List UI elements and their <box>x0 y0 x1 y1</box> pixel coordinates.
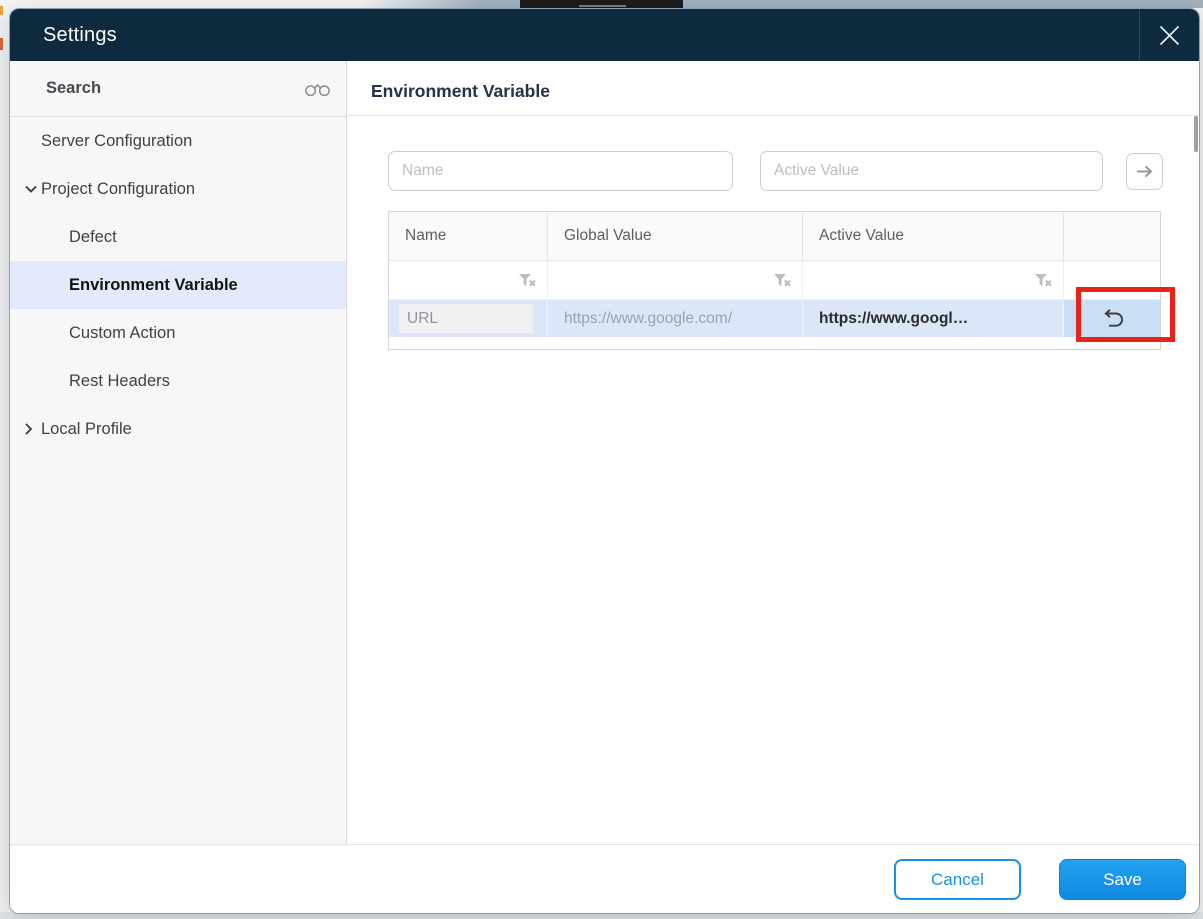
add-variable-form <box>388 151 1163 191</box>
table-header-row: Name Global Value Active Value <box>389 212 1160 261</box>
dialog-header: Settings <box>10 9 1199 61</box>
background-window-sliver <box>0 38 3 50</box>
revert-button[interactable] <box>1064 300 1160 337</box>
dialog-body: Search Server Configuration Project Conf… <box>10 61 1199 844</box>
variable-name-value: URL <box>399 304 533 333</box>
scrollbar-thumb[interactable] <box>1194 116 1198 152</box>
environment-variable-table: Name Global Value Active Value URL https… <box>388 211 1161 350</box>
sidebar-item-label: Defect <box>69 227 117 246</box>
submit-variable-button[interactable] <box>1126 152 1163 190</box>
sidebar-item-label: Server Configuration <box>41 131 193 150</box>
screen: { "window": { "title": "Settings" }, "si… <box>0 0 1203 919</box>
page-title: Environment Variable <box>371 81 550 101</box>
arrow-right-icon <box>1135 164 1154 179</box>
sidebar-item-label: Project Configuration <box>41 179 196 198</box>
filter-cell-actions <box>1064 261 1160 299</box>
sidebar-item-rest-headers[interactable]: Rest Headers <box>10 357 346 405</box>
close-icon <box>1158 24 1181 47</box>
sidebar-item-server-configuration[interactable]: Server Configuration <box>10 117 346 165</box>
filter-cell-global-value[interactable] <box>548 261 803 299</box>
filter-clear-icon[interactable] <box>519 273 537 287</box>
chevron-right-icon[interactable] <box>24 422 33 436</box>
dialog-footer: Cancel Save <box>10 844 1199 913</box>
filter-clear-icon[interactable] <box>774 273 792 287</box>
table-empty-space <box>389 337 1160 349</box>
sidebar-item-label: Local Profile <box>41 419 132 438</box>
title-divider <box>347 115 1199 116</box>
sidebar-item-custom-action[interactable]: Custom Action <box>10 309 346 357</box>
filter-clear-icon[interactable] <box>1035 273 1053 287</box>
settings-dialog: Settings Search Server Configuration Pro… <box>9 8 1200 914</box>
chevron-down-icon[interactable] <box>24 185 38 194</box>
column-header-actions <box>1064 212 1160 260</box>
filter-cell-active-value[interactable] <box>803 261 1064 299</box>
name-input[interactable] <box>388 151 733 191</box>
sidebar-item-label: Rest Headers <box>69 371 170 390</box>
close-button[interactable] <box>1139 9 1199 61</box>
table-filter-row <box>389 261 1160 300</box>
main-panel: Environment Variable Name Active Value N… <box>347 61 1199 844</box>
sidebar-item-environment-variable[interactable]: Environment Variable <box>10 261 346 309</box>
background-window-sliver <box>0 6 3 15</box>
column-header-global-value: Global Value <box>548 212 803 260</box>
save-button[interactable]: Save <box>1059 859 1186 900</box>
search-label: Search <box>46 79 102 97</box>
row-cell-active-value: https://www.googl… <box>803 300 1064 337</box>
sidebar-item-defect[interactable]: Defect <box>10 213 346 261</box>
sidebar-search[interactable]: Search <box>10 61 346 117</box>
filter-cell-name[interactable] <box>389 261 548 299</box>
table-row[interactable]: URL https://www.google.com/ https://www.… <box>389 300 1160 337</box>
dialog-title: Settings <box>43 23 117 46</box>
undo-icon <box>1099 308 1126 329</box>
row-cell-name: URL <box>389 300 548 337</box>
cancel-button[interactable]: Cancel <box>894 859 1021 900</box>
sidebar-item-local-profile[interactable]: Local Profile <box>10 405 346 453</box>
sidebar-item-label: Custom Action <box>69 323 176 342</box>
column-header-active-value: Active Value <box>803 212 1064 260</box>
sidebar-item-project-configuration[interactable]: Project Configuration <box>10 165 346 213</box>
sidebar: Search Server Configuration Project Conf… <box>10 61 347 844</box>
sidebar-item-label: Environment Variable <box>69 275 238 294</box>
active-value-input[interactable] <box>760 151 1103 191</box>
column-header-name: Name <box>389 212 548 260</box>
binoculars-icon[interactable] <box>304 80 331 97</box>
row-cell-global-value: https://www.google.com/ <box>548 300 803 337</box>
